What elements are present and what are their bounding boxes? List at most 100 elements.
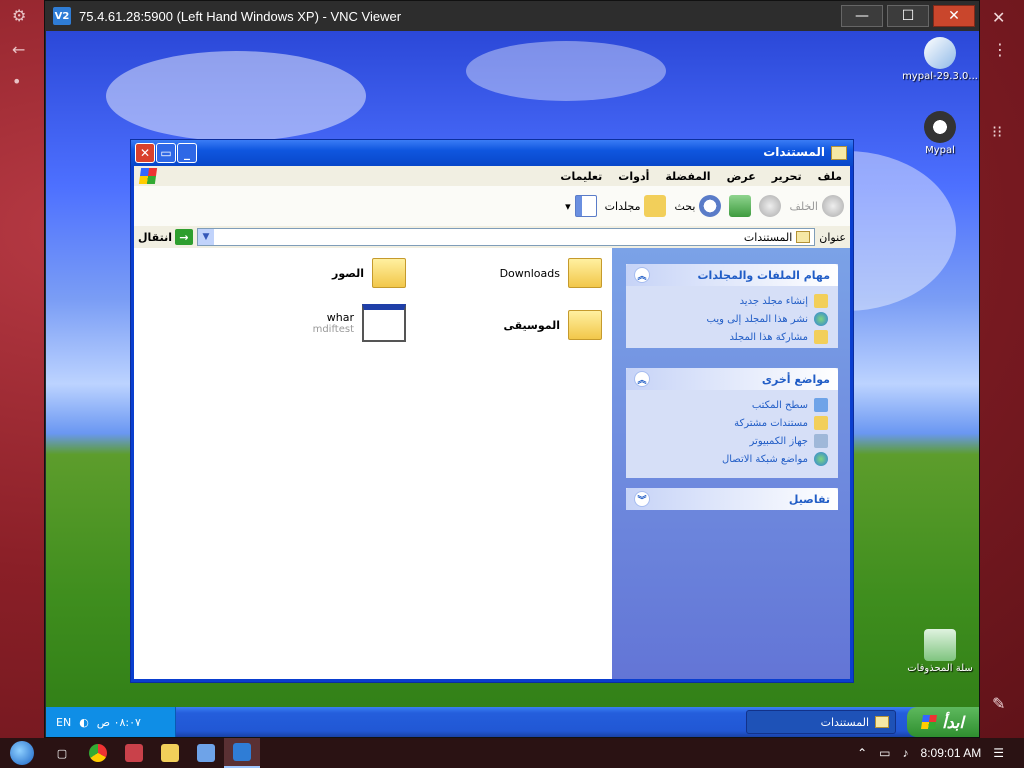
- other-places-title: مواضع أخرى: [761, 372, 830, 386]
- host-clock[interactable]: 8:09:01 AM: [921, 746, 982, 760]
- windows-flag-icon: [138, 168, 158, 184]
- chrome-taskbar-app[interactable]: [80, 738, 116, 768]
- windows-start-button[interactable]: [0, 738, 44, 768]
- vnc-icon: [233, 743, 251, 761]
- menu-tools[interactable]: أدوات: [618, 170, 649, 183]
- explorer-minimize-button[interactable]: _: [177, 143, 197, 163]
- details-title: تفاصيل: [788, 492, 830, 506]
- address-input[interactable]: المستندات ▼: [196, 228, 816, 246]
- vnc-maximize-button[interactable]: ☐: [887, 5, 929, 27]
- edit-pencil-icon[interactable]: ✎: [992, 694, 1005, 713]
- place-network[interactable]: مواضع شبكة الاتصال: [636, 450, 828, 468]
- paint-taskbar-app[interactable]: [188, 738, 224, 768]
- task-share-folder[interactable]: مشاركة هذا المجلد: [636, 328, 828, 346]
- file-explorer-taskbar-app[interactable]: [152, 738, 188, 768]
- dropdown-caret-icon: ▾: [565, 199, 571, 213]
- forward-button[interactable]: [759, 195, 782, 217]
- language-indicator[interactable]: EN: [56, 716, 71, 729]
- profile-icon[interactable]: •: [12, 72, 21, 91]
- file-list: Downloads الصور الموسيقى whar mdiftest: [134, 248, 612, 679]
- folder-icon: [796, 231, 811, 243]
- pictures-folder-icon: [372, 258, 406, 288]
- file-tasks-panel: مهام الملفات والمجلدات ︽ إنشاء مجلد جديد…: [626, 264, 838, 348]
- new-folder-icon: [814, 294, 828, 308]
- back-arrow-icon[interactable]: ←: [12, 40, 25, 59]
- speaker-icon[interactable]: ◐: [79, 716, 89, 729]
- apps-grid-icon[interactable]: ⁝⁝: [992, 122, 1002, 141]
- views-button[interactable]: ▾: [565, 195, 597, 217]
- folders-button[interactable]: مجلدات: [605, 195, 667, 217]
- vnc-title-bar: V2 75.4.61.28:5900 (Left Hand Windows XP…: [45, 1, 979, 31]
- search-button[interactable]: بحث: [674, 195, 722, 217]
- address-value: المستندات: [743, 230, 793, 244]
- vnc-close-button[interactable]: ✕: [933, 5, 975, 27]
- windows-flag-icon: [921, 715, 938, 729]
- up-folder-button[interactable]: [729, 195, 752, 217]
- host-system-tray: ⌃ ▭ ♪ 8:09:01 AM ☰: [857, 738, 1024, 768]
- details-header[interactable]: تفاصيل ︾: [626, 488, 838, 510]
- notifications-icon[interactable]: ☰: [993, 746, 1004, 760]
- file-item-whar[interactable]: whar mdiftest: [313, 304, 406, 342]
- xp-desktop: mypal-29.3.0... Mypal سلة المحذوفات ✕ ▭ …: [46, 31, 979, 737]
- chevron-up-icon[interactable]: ⌃: [857, 746, 867, 760]
- host-app-icon[interactable]: ⚙: [12, 6, 26, 25]
- place-label: جهاز الكمبيوتر: [749, 435, 808, 447]
- file-name: Downloads: [499, 266, 560, 280]
- host-right-edge: ✕ ⋮ ⁝⁝ ✎: [980, 0, 1024, 738]
- network-icon[interactable]: ▭: [879, 746, 890, 760]
- installer-icon: [924, 37, 956, 69]
- desktop-icon-recycle-bin[interactable]: سلة المحذوفات: [900, 629, 979, 674]
- address-dropdown-icon[interactable]: ▼: [197, 229, 214, 245]
- explorer-maximize-button[interactable]: ▭: [156, 143, 176, 163]
- vnc-minimize-button[interactable]: —: [841, 5, 883, 27]
- file-item-pictures[interactable]: الصور: [332, 258, 406, 288]
- menu-view[interactable]: عرض: [727, 170, 756, 183]
- desktop-icon: [814, 398, 828, 412]
- task-publish-web[interactable]: نشر هذا المجلد إلى ويب: [636, 310, 828, 328]
- media-taskbar-app[interactable]: [116, 738, 152, 768]
- expand-chevron-icon[interactable]: ︾: [634, 491, 650, 507]
- place-shared-documents[interactable]: مستندات مشتركة: [636, 414, 828, 432]
- explorer-title-bar[interactable]: ✕ ▭ _ المستندات: [131, 140, 853, 166]
- volume-icon[interactable]: ♪: [903, 746, 909, 760]
- back-button[interactable]: الخلف: [789, 195, 844, 217]
- music-folder-icon: [568, 310, 602, 340]
- xp-taskbar: ابدأ المستندات EN ◐ ٠٨:٠٧ ص: [46, 707, 979, 737]
- task-view-button[interactable]: ▢: [44, 738, 80, 768]
- explorer-close-button[interactable]: ✕: [135, 143, 155, 163]
- place-my-computer[interactable]: جهاز الكمبيوتر: [636, 432, 828, 450]
- file-item-downloads[interactable]: Downloads: [500, 258, 602, 288]
- paint-icon: [197, 744, 215, 762]
- go-button[interactable]: → انتقال: [138, 229, 193, 245]
- close-icon[interactable]: ✕: [992, 8, 1005, 27]
- menu-favorites[interactable]: المفضلة: [665, 170, 710, 183]
- vnc-taskbar-app[interactable]: [224, 738, 260, 768]
- up-folder-icon: [729, 195, 752, 217]
- other-places-header[interactable]: مواضع أخرى ︽: [626, 368, 838, 390]
- forward-icon: [759, 195, 782, 217]
- collapse-chevron-icon[interactable]: ︽: [634, 267, 650, 283]
- more-vertical-icon[interactable]: ⋮: [992, 40, 1008, 59]
- file-tasks-header[interactable]: مهام الملفات والمجلدات ︽: [626, 264, 838, 286]
- file-item-music[interactable]: الموسيقى: [503, 310, 602, 340]
- desktop-icon-label: سلة المحذوفات: [907, 663, 973, 674]
- menu-file[interactable]: ملف: [818, 170, 842, 183]
- computer-icon: [814, 434, 828, 448]
- network-icon: [814, 452, 828, 466]
- task-new-folder[interactable]: إنشاء مجلد جديد: [636, 292, 828, 310]
- xp-task-documents[interactable]: المستندات: [746, 710, 896, 734]
- desktop-icon-mypal[interactable]: Mypal: [900, 111, 979, 156]
- explorer-window: ✕ ▭ _ المستندات ملف تحرير عرض المفضلة أد…: [130, 139, 854, 683]
- file-name: الصور: [332, 266, 364, 280]
- task-label: مشاركة هذا المجلد: [729, 331, 808, 343]
- desktop-icon-label: mypal-29.3.0...: [902, 71, 978, 82]
- folders-icon: [644, 195, 667, 217]
- xp-start-button[interactable]: ابدأ: [907, 707, 979, 737]
- folders-label: مجلدات: [604, 199, 641, 213]
- desktop-icon-mypal-installer[interactable]: mypal-29.3.0...: [900, 37, 979, 82]
- menu-bar: ملف تحرير عرض المفضلة أدوات تعليمات: [134, 166, 850, 186]
- menu-edit[interactable]: تحرير: [772, 170, 802, 183]
- place-desktop[interactable]: سطح المكتب: [636, 396, 828, 414]
- collapse-chevron-icon[interactable]: ︽: [634, 371, 650, 387]
- menu-help[interactable]: تعليمات: [560, 170, 602, 183]
